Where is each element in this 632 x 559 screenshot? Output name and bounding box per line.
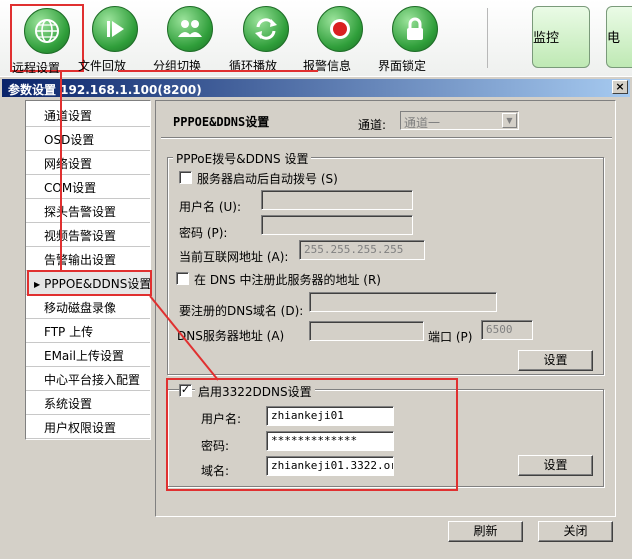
annotation-connector [149, 295, 219, 381]
